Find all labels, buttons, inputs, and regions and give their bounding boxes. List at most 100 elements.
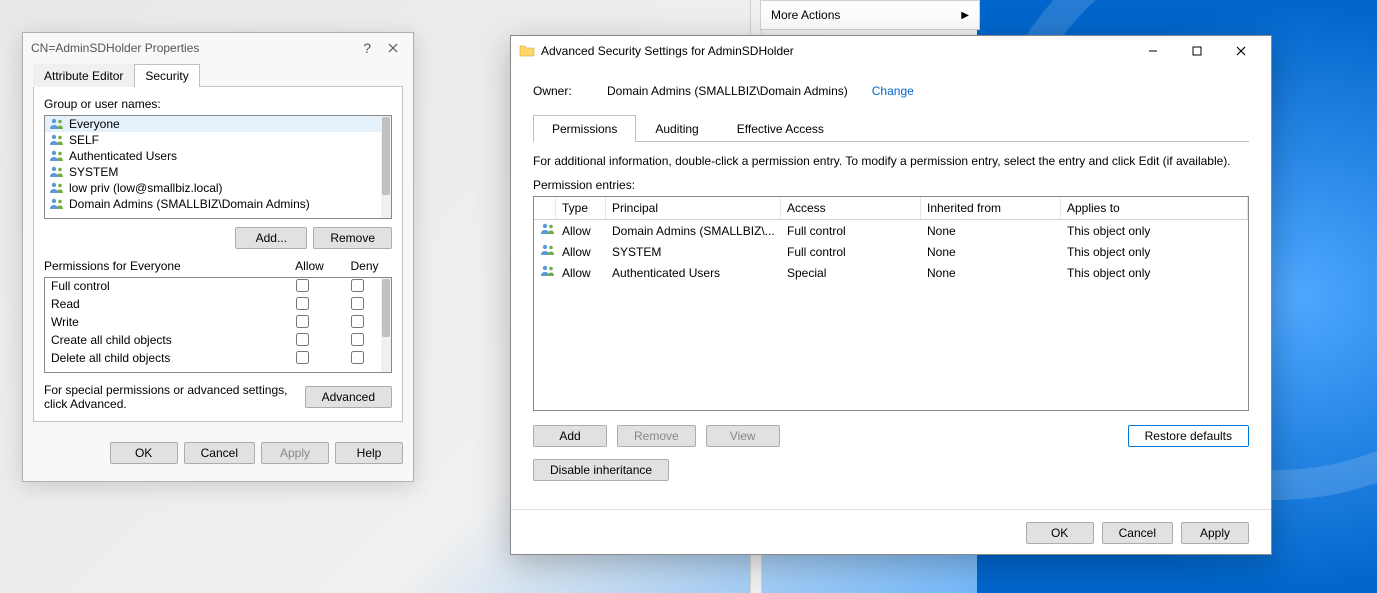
apply-button[interactable]: Apply [261, 442, 329, 464]
deny-checkbox[interactable] [351, 297, 364, 310]
advanced-button[interactable]: Advanced [305, 386, 392, 408]
tab-strip: Permissions Auditing Effective Access [533, 114, 1249, 142]
permission-name: Write [51, 315, 275, 331]
permission-name: Full control [51, 279, 275, 295]
allow-checkbox[interactable] [296, 315, 309, 328]
allow-checkbox[interactable] [296, 279, 309, 292]
allow-checkbox[interactable] [296, 351, 309, 364]
permissions-list: Full controlReadWrite Create all child ob… [44, 277, 392, 373]
tab-attribute-editor[interactable]: Attribute Editor [33, 64, 134, 87]
tab-security[interactable]: Security [134, 64, 199, 87]
permission-name: Delete all child objects [51, 351, 275, 367]
principal-name: Everyone [69, 117, 120, 131]
permission-entry-row[interactable]: AllowAuthenticated UsersSpecialNoneThis … [534, 262, 1248, 283]
people-icon [49, 198, 65, 210]
close-button[interactable] [1219, 37, 1263, 65]
more-actions-menu[interactable]: More Actions ▶ [760, 0, 980, 30]
entry-access: Full control [781, 223, 921, 239]
permission-entry-row[interactable]: AllowSYSTEMFull controlNoneThis object o… [534, 241, 1248, 262]
help-icon[interactable]: ? [363, 40, 371, 56]
col-applies[interactable]: Applies to [1061, 197, 1248, 219]
deny-checkbox[interactable] [351, 315, 364, 328]
close-button[interactable] [383, 38, 403, 58]
group-names-label: Group or user names: [44, 97, 392, 111]
view-entry-button[interactable]: View [706, 425, 780, 447]
add-entry-button[interactable]: Add [533, 425, 607, 447]
principal-name: Domain Admins (SMALLBIZ\Domain Admins) [69, 197, 310, 211]
tab-effective-access[interactable]: Effective Access [718, 115, 843, 142]
principal-item[interactable]: SELF [45, 132, 391, 148]
maximize-button[interactable] [1175, 37, 1219, 65]
minimize-button[interactable] [1131, 37, 1175, 65]
change-owner-link[interactable]: Change [872, 84, 914, 98]
principal-item[interactable]: low priv (low@smallbiz.local) [45, 180, 391, 196]
disable-inheritance-button[interactable]: Disable inheritance [533, 459, 669, 481]
allow-checkbox[interactable] [296, 297, 309, 310]
deny-checkbox[interactable] [351, 279, 364, 292]
people-icon [540, 244, 556, 256]
entry-type: Allow [556, 265, 606, 281]
chevron-right-icon: ▶ [961, 10, 969, 21]
scrollbar-thumb[interactable] [382, 117, 390, 195]
tab-auditing[interactable]: Auditing [636, 115, 717, 142]
help-button[interactable]: Help [335, 442, 403, 464]
entry-principal: Authenticated Users [606, 265, 781, 281]
remove-button[interactable]: Remove [313, 227, 392, 249]
scrollbar-track[interactable] [381, 278, 391, 372]
entry-access: Full control [781, 244, 921, 260]
ok-button[interactable]: OK [110, 442, 178, 464]
allow-header: Allow [282, 259, 337, 273]
principal-item[interactable]: Domain Admins (SMALLBIZ\Domain Admins) [45, 196, 391, 212]
permission-row: Read [45, 296, 391, 314]
apply-button[interactable]: Apply [1181, 522, 1249, 544]
deny-checkbox[interactable] [351, 333, 364, 346]
folder-icon [519, 44, 535, 58]
permission-entry-row[interactable]: AllowDomain Admins (SMALLBIZ\...Full con… [534, 220, 1248, 241]
col-type[interactable]: Type [556, 197, 606, 219]
grid-header: Type Principal Access Inherited from App… [534, 197, 1248, 220]
col-principal[interactable]: Principal [606, 197, 781, 219]
advanced-text: For special permissions or advanced sett… [44, 383, 295, 411]
window-title: CN=AdminSDHolder Properties [31, 41, 199, 55]
principal-item[interactable]: Authenticated Users [45, 148, 391, 164]
entry-type: Allow [556, 244, 606, 260]
col-access[interactable]: Access [781, 197, 921, 219]
tab-permissions[interactable]: Permissions [533, 115, 636, 142]
cancel-button[interactable]: Cancel [184, 442, 255, 464]
scrollbar-track[interactable] [381, 116, 391, 218]
permissions-for-label: Permissions for Everyone [44, 259, 282, 273]
deny-checkbox[interactable] [351, 351, 364, 364]
people-icon [49, 182, 65, 194]
info-text: For additional information, double-click… [533, 154, 1249, 168]
entry-applies: This object only [1061, 223, 1248, 239]
add-button[interactable]: Add... [235, 227, 307, 249]
principal-name: SYSTEM [69, 165, 118, 179]
owner-value: Domain Admins (SMALLBIZ\Domain Admins) [607, 84, 848, 98]
col-inherited[interactable]: Inherited from [921, 197, 1061, 219]
entry-inherited: None [921, 223, 1061, 239]
entry-inherited: None [921, 265, 1061, 281]
principal-item[interactable]: Everyone [45, 116, 391, 132]
permission-row: Full control [45, 278, 391, 296]
people-icon [49, 166, 65, 178]
entry-access: Special [781, 265, 921, 281]
allow-checkbox[interactable] [296, 333, 309, 346]
permission-row: Write [45, 314, 391, 332]
security-tab-content: Group or user names: EveryoneSELFAuthent… [33, 87, 403, 422]
permission-row: Create all child objects [45, 332, 391, 350]
principal-name: Authenticated Users [69, 149, 177, 163]
principal-name: low priv (low@smallbiz.local) [69, 181, 223, 195]
principal-item[interactable]: SYSTEM [45, 164, 391, 180]
deny-header: Deny [337, 259, 392, 273]
tab-strip: Attribute Editor Security [33, 63, 403, 87]
restore-defaults-button[interactable]: Restore defaults [1128, 425, 1249, 447]
remove-entry-button[interactable]: Remove [617, 425, 696, 447]
cancel-button[interactable]: Cancel [1102, 522, 1173, 544]
titlebar: Advanced Security Settings for AdminSDHo… [511, 36, 1271, 66]
permission-name: Create all child objects [51, 333, 275, 349]
scrollbar-thumb[interactable] [382, 279, 390, 337]
owner-label: Owner: [533, 84, 593, 98]
titlebar: CN=AdminSDHolder Properties ? [23, 33, 413, 63]
ok-button[interactable]: OK [1026, 522, 1094, 544]
principals-listbox[interactable]: EveryoneSELFAuthenticated Users SYSTEM low… [44, 115, 392, 219]
